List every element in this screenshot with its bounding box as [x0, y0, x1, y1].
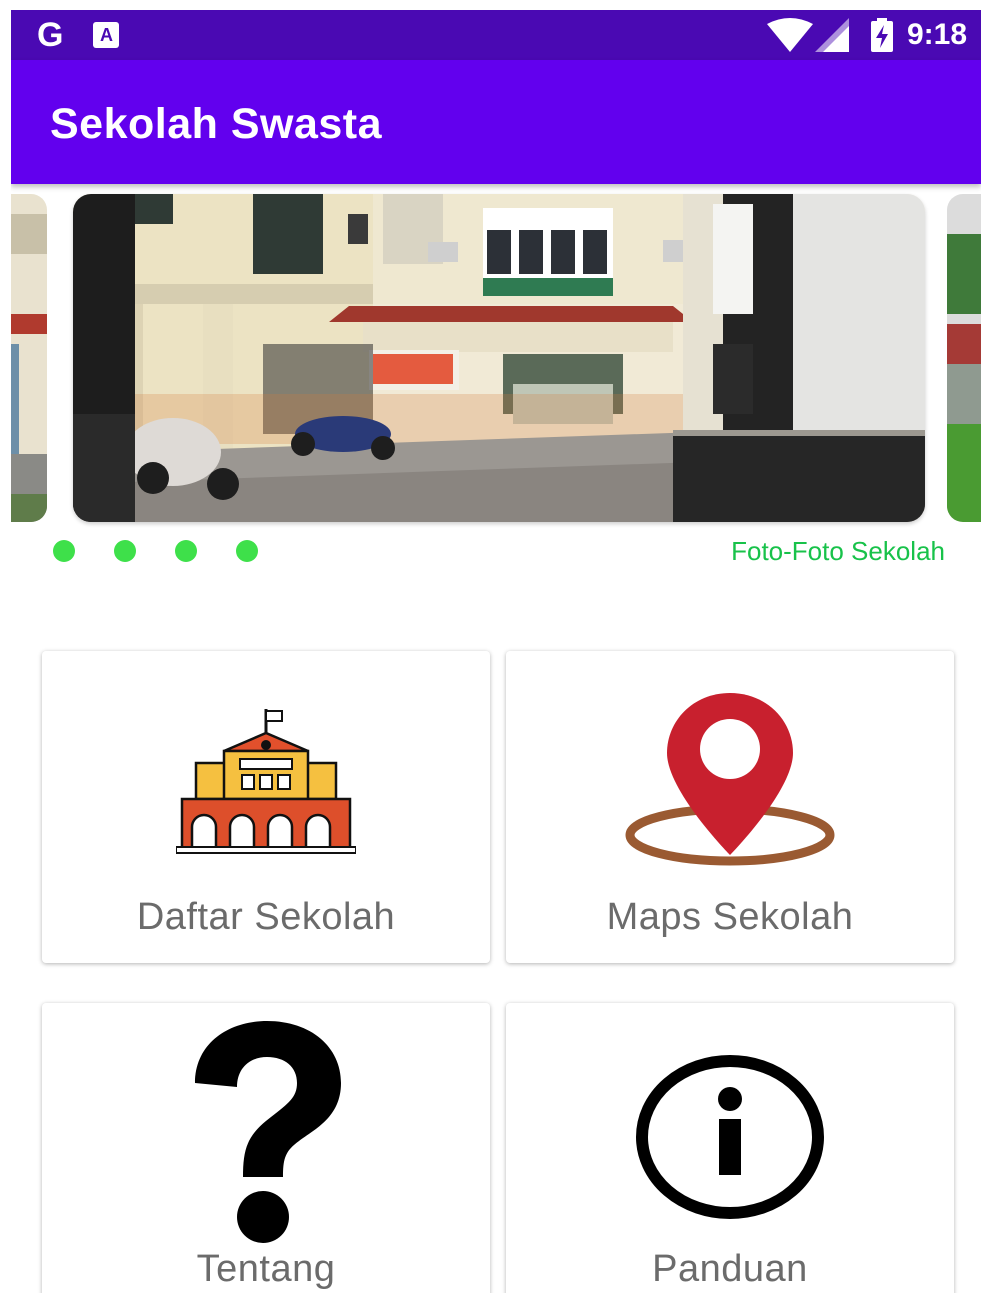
- battery-charging-icon: [870, 18, 893, 52]
- carousel-caption: Foto-Foto Sekolah: [731, 536, 945, 566]
- school-photo-previous: [11, 194, 47, 522]
- carousel-dot[interactable]: [53, 540, 75, 562]
- translate-icon: A: [93, 22, 120, 48]
- tentang-label: Tentang: [196, 1248, 336, 1290]
- school-building-icon: [176, 709, 356, 854]
- status-time: 9:18: [906, 18, 967, 51]
- maps-sekolah-card[interactable]: Maps Sekolah: [506, 651, 954, 963]
- question-mark-icon: [195, 1021, 341, 1243]
- signal-icon: [814, 18, 849, 52]
- carousel-slide-previous[interactable]: [11, 194, 47, 522]
- app-title: Sekolah Swasta: [50, 100, 383, 148]
- wifi-icon: [766, 18, 813, 52]
- app-screen: G A 9:18 Sekolah Swasta Foto-Foto Sekola…: [11, 10, 981, 1293]
- panduan-card[interactable]: Panduan: [506, 1003, 954, 1293]
- carousel-dot[interactable]: [236, 540, 258, 562]
- tentang-card[interactable]: Tentang: [42, 1003, 490, 1293]
- school-photo: [73, 194, 925, 522]
- app-bar: Sekolah Swasta: [11, 60, 981, 184]
- map-pin-icon: [625, 693, 835, 866]
- panduan-label: Panduan: [652, 1248, 808, 1290]
- school-photo-next: [947, 194, 981, 522]
- carousel-slide-current[interactable]: [73, 194, 925, 522]
- daftar-sekolah-card[interactable]: Daftar Sekolah: [42, 651, 490, 963]
- carousel-dot[interactable]: [114, 540, 136, 562]
- photo-carousel[interactable]: [11, 194, 981, 524]
- daftar-sekolah-label: Daftar Sekolah: [136, 896, 396, 938]
- carousel-dot[interactable]: [175, 540, 197, 562]
- status-bar: G A 9:18: [11, 10, 981, 60]
- carousel-indicator: [53, 540, 258, 562]
- maps-sekolah-label: Maps Sekolah: [606, 896, 854, 938]
- google-icon: G: [37, 16, 64, 54]
- info-icon: [636, 1055, 824, 1219]
- carousel-slide-next[interactable]: [947, 194, 981, 522]
